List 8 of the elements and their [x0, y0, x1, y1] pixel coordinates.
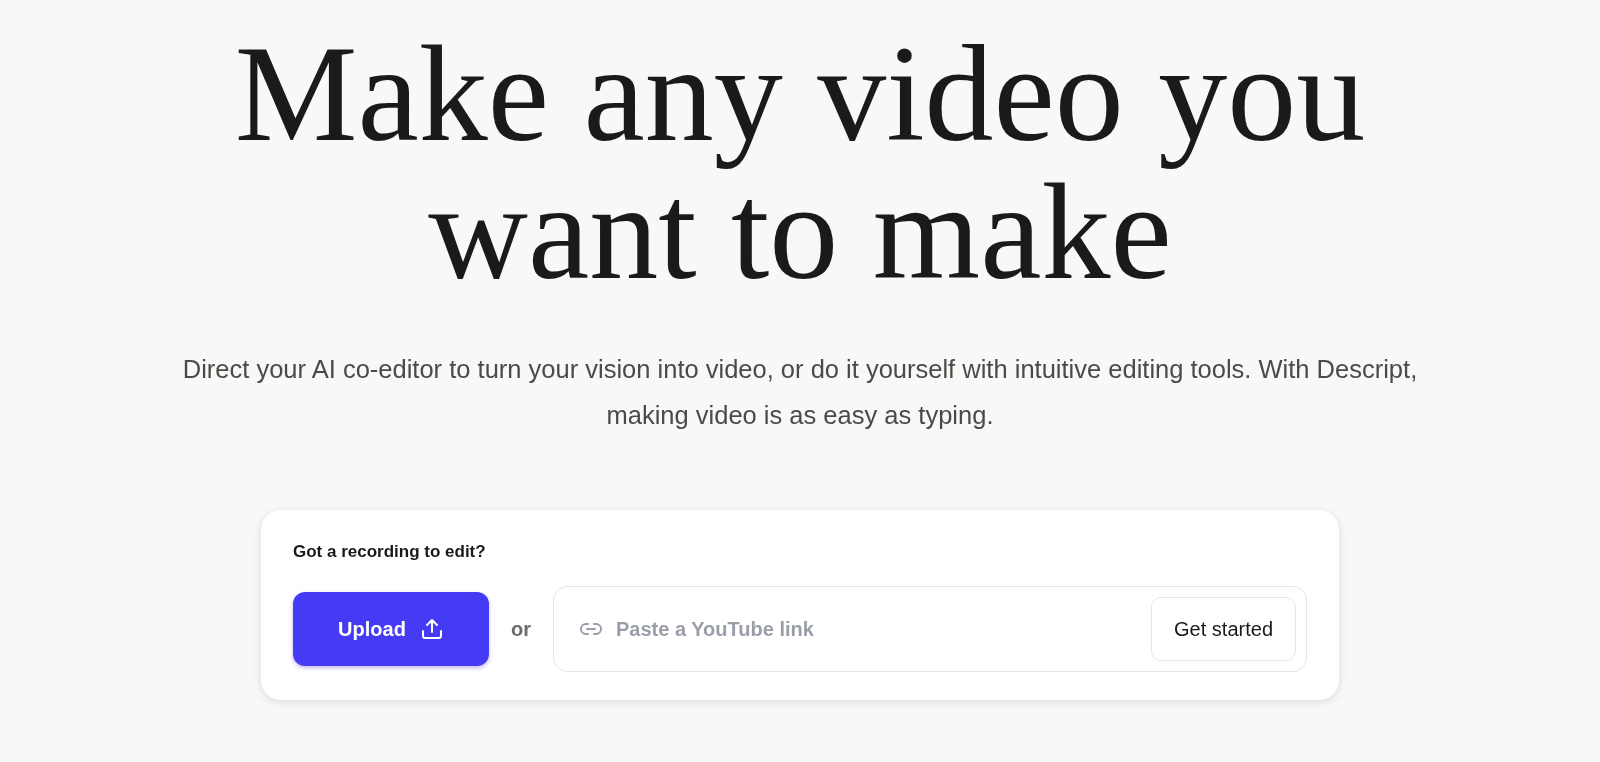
get-started-button[interactable]: Get started	[1151, 597, 1296, 661]
link-input-field[interactable]: Paste a YouTube link Get started	[553, 586, 1307, 672]
separator-text: or	[511, 617, 531, 641]
link-icon	[580, 623, 602, 635]
hero-subtitle: Direct your AI co-editor to turn your vision into video, or do it yourself with intuitive editing tools. With Descript, making video is as easy as typing.	[181, 354, 1419, 431]
card-title: Got a recording to edit?	[293, 542, 487, 562]
upload-icon	[419, 617, 444, 641]
upload-button[interactable]: Upload	[293, 592, 489, 666]
